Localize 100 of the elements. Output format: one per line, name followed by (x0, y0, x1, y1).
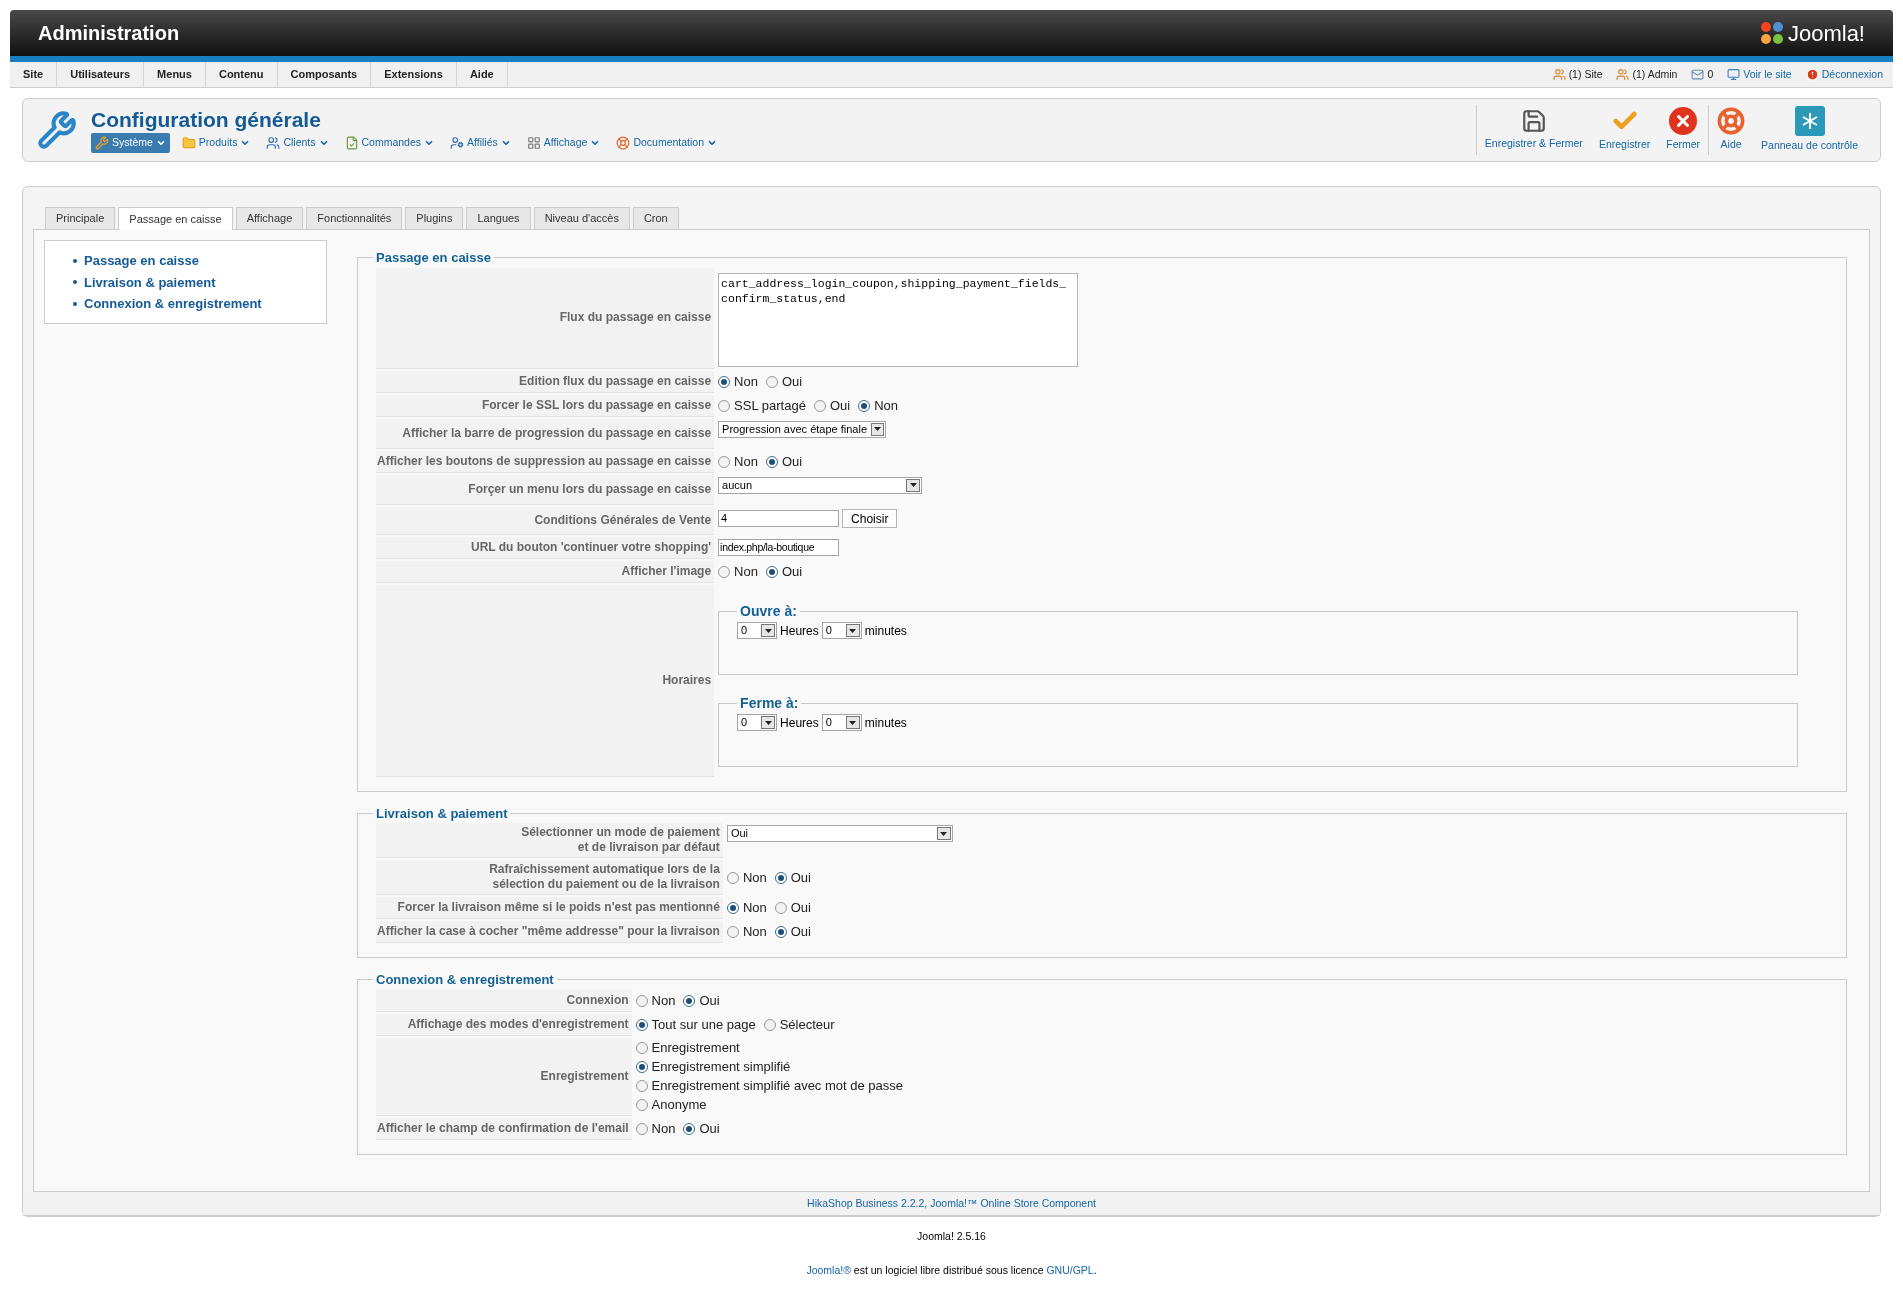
radio-button[interactable] (718, 375, 731, 388)
menu-item[interactable]: Extensions (371, 62, 457, 87)
radio-button[interactable] (726, 926, 739, 938)
caret-icon (155, 138, 166, 148)
radio-button[interactable] (635, 994, 648, 1007)
radio-label: Non (742, 899, 767, 918)
input-field[interactable]: index.php/la-boutique (718, 539, 840, 556)
submenu-button[interactable]: Clients (262, 133, 333, 153)
submenu-button[interactable]: Affichage (522, 133, 605, 153)
tab[interactable]: Principale (45, 207, 116, 229)
radio-label: Enregistrement simplifié (651, 1058, 791, 1077)
tab[interactable]: Plugins (405, 207, 464, 229)
toolbar-button[interactable]: Aide (1708, 105, 1754, 155)
submenu-button[interactable]: Produits (177, 133, 255, 153)
radio-button[interactable] (718, 565, 731, 578)
radio-button[interactable] (813, 399, 826, 412)
radio-button[interactable] (765, 565, 778, 578)
field-label: Conditions Générales de Vente (534, 511, 712, 529)
radio-button[interactable] (718, 399, 731, 412)
sidebar-link[interactable]: Livraison & paiement (84, 272, 216, 292)
radio-label: Anonyme (651, 1096, 707, 1115)
radio-button[interactable] (726, 902, 739, 914)
radio-button[interactable] (683, 994, 696, 1007)
dropdown[interactable]: Progression avec étape finale (718, 420, 887, 438)
submenu-button[interactable]: Documentation (612, 133, 721, 153)
radio-button[interactable] (774, 926, 787, 938)
textarea-field[interactable]: cart_address_login_coupon,shipping_payment_fields_ confirm_status,end (718, 272, 1079, 367)
user-icon (450, 136, 465, 150)
radio-button[interactable] (718, 455, 731, 468)
toolbar-button[interactable]: Fermer (1658, 105, 1709, 155)
menu-item[interactable]: Site (10, 62, 58, 87)
dropdown[interactable]: Oui (726, 825, 953, 842)
menu-item[interactable]: Utilisateurs (57, 62, 145, 87)
tab[interactable]: Affichage (235, 207, 304, 229)
sidebar-link[interactable]: Passage en caisse (84, 251, 199, 271)
radio-label: Non (651, 1119, 676, 1138)
radio-button[interactable] (774, 902, 787, 914)
section-title: Connexion & enregistrement (375, 971, 555, 989)
radio-label: Oui (781, 562, 803, 581)
caret-icon (707, 138, 717, 148)
toolbar-button[interactable]: Enregistrer & Fermer (1475, 105, 1591, 155)
radio-label: Non (734, 452, 758, 471)
radio-button[interactable] (765, 455, 778, 468)
radio-label: Non (734, 372, 758, 391)
radio-label: Enregistrement simplifié avec mot de passe (651, 1077, 904, 1096)
status-link[interactable]: Voir le site (1743, 66, 1792, 83)
minutes-label: minutes (864, 714, 907, 732)
logo-text: Joomla! (1787, 19, 1865, 48)
field-label: Afficher la case à cocher "même addresse" pour la livraison (377, 923, 720, 940)
sidebar-link[interactable]: Connexion & enregistrement (84, 294, 262, 314)
radio-label: Enregistrement (651, 1039, 740, 1058)
field-label: Edition flux du passage en caisse (519, 372, 712, 390)
radio-button[interactable] (774, 871, 787, 884)
minutes-dropdown[interactable]: 0 (821, 622, 862, 639)
menu-item[interactable]: Composants (277, 62, 372, 87)
radio-button[interactable] (635, 1061, 648, 1073)
radio-label: Oui (790, 923, 811, 942)
menu-item[interactable]: Contenu (205, 62, 278, 87)
menu-item[interactable]: Aide (456, 62, 508, 87)
radio-label: Oui (699, 1119, 720, 1138)
submenu-button[interactable]: Affiliés (446, 133, 515, 153)
alert-icon (1805, 68, 1819, 81)
radio-button[interactable] (763, 1018, 776, 1031)
tab[interactable]: Niveau d'accès (533, 207, 630, 229)
license-link[interactable]: Joomla!® (806, 1263, 851, 1276)
radio-button[interactable] (726, 871, 739, 884)
radio-button[interactable] (635, 1042, 648, 1054)
radio-label: Non (734, 562, 758, 581)
radio-label: Tout sur une page (651, 1015, 756, 1034)
radio-button[interactable] (635, 1018, 648, 1031)
toolbar-button[interactable]: Enregistrer (1590, 105, 1659, 155)
status-link[interactable]: (1) Admin (1632, 66, 1678, 83)
tab[interactable]: Passage en caisse (118, 207, 233, 230)
tab[interactable]: Cron (632, 207, 679, 229)
dropdown[interactable]: aucun (718, 476, 923, 494)
minutes-label: minutes (864, 622, 907, 640)
status-link[interactable]: 0 (1707, 66, 1714, 83)
status-link[interactable]: Déconnexion (1821, 66, 1883, 83)
toolbar-button[interactable]: Panneau de contrôle (1753, 105, 1866, 155)
radio-button[interactable] (858, 399, 871, 412)
tab[interactable]: Fonctionnalités (306, 207, 403, 229)
menu-item[interactable]: Menus (144, 62, 206, 87)
submenu-button[interactable]: Commandes (340, 133, 439, 153)
license-link[interactable]: GNU/GPL (1046, 1263, 1094, 1276)
hours-dropdown[interactable]: 0 (737, 622, 778, 639)
tab[interactable]: Langues (466, 207, 531, 229)
status-link[interactable]: (1) Site (1568, 66, 1603, 83)
radio-button[interactable] (635, 1080, 648, 1092)
radio-button[interactable] (635, 1122, 648, 1135)
input-field[interactable]: 4 (718, 509, 840, 527)
radio-label: Oui (790, 899, 811, 918)
radio-button[interactable] (683, 1122, 696, 1135)
radio-button[interactable] (635, 1099, 648, 1111)
field-label: Forçer un menu lors du passage en caisse (468, 480, 712, 498)
submenu-button[interactable]: Système (91, 133, 170, 153)
radio-button[interactable] (765, 375, 778, 388)
choose-button[interactable]: Choisir (842, 508, 898, 528)
minutes-dropdown[interactable]: 0 (821, 714, 862, 731)
hours-dropdown[interactable]: 0 (737, 714, 778, 731)
control-panel-icon (1794, 106, 1825, 137)
